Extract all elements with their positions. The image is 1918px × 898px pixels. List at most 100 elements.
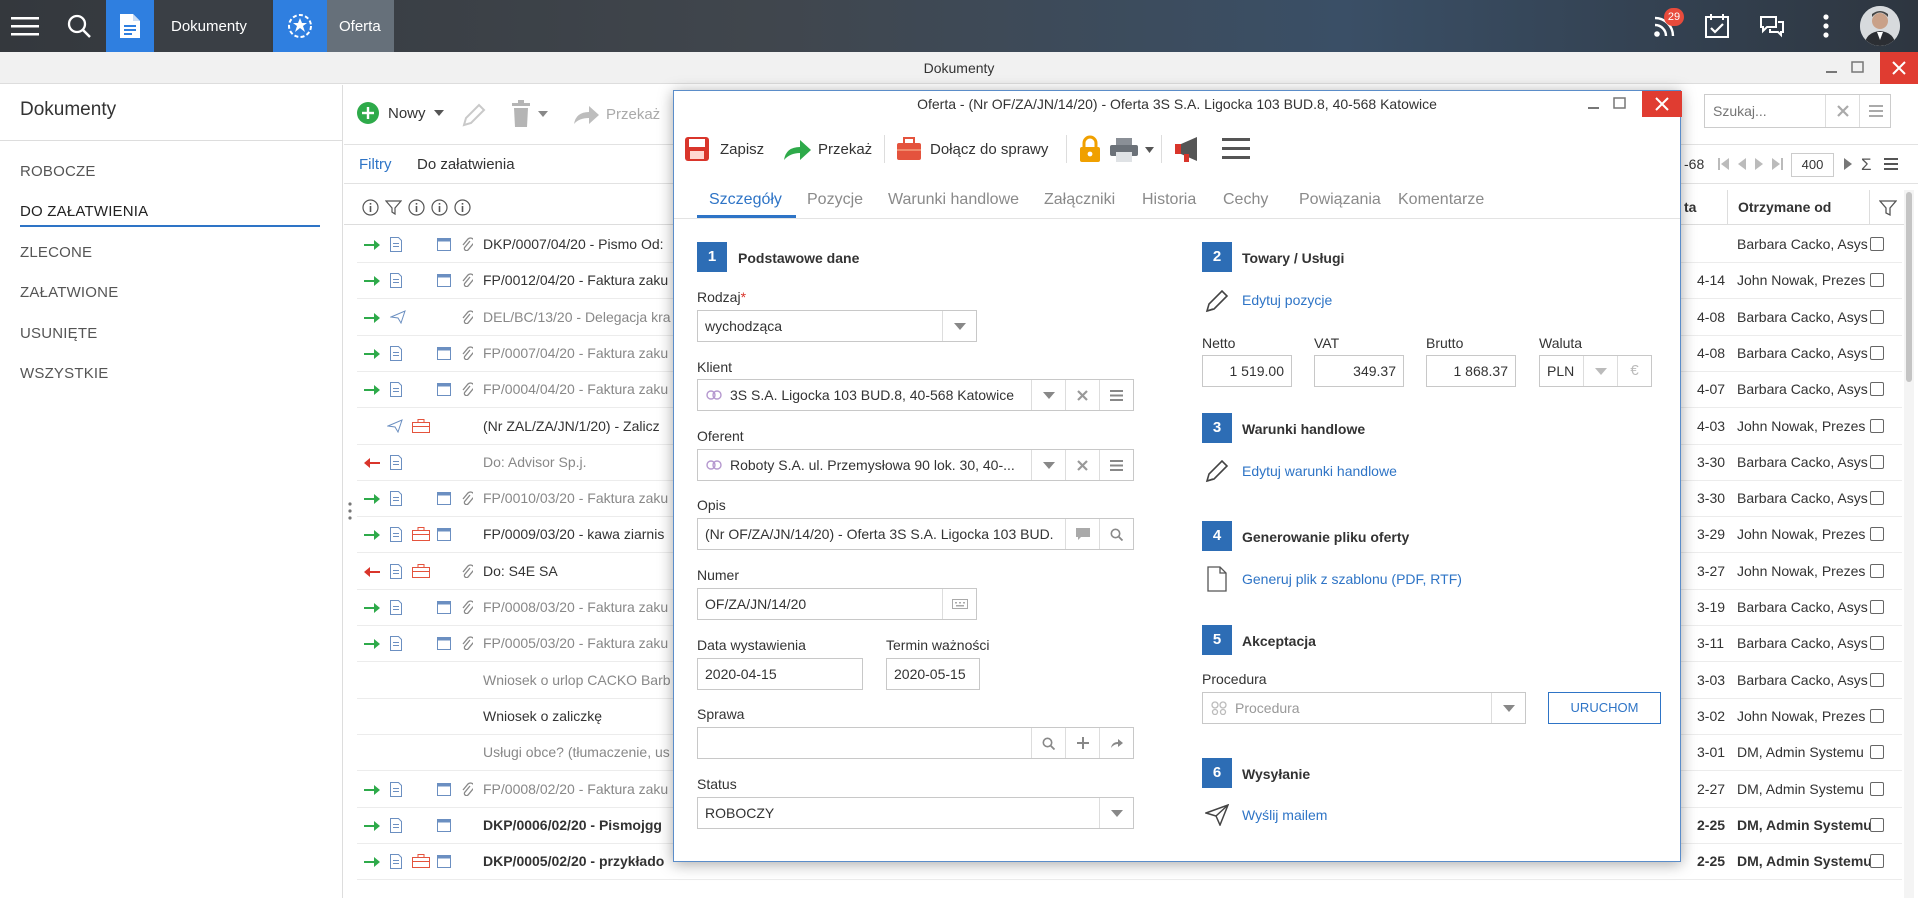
tab-szczegoly[interactable]: Szczegóły	[709, 191, 782, 209]
print-button[interactable]	[1109, 137, 1154, 163]
last-page-icon[interactable]	[1771, 158, 1783, 170]
sum-icon[interactable]: Σ	[1861, 156, 1872, 173]
tab-komentarze[interactable]: Komentarze	[1398, 191, 1484, 209]
sidebar-item-do-zalatwienia[interactable]: DO ZAŁATWIENIA	[20, 203, 148, 220]
avatar[interactable]	[1860, 6, 1900, 46]
tab-oferta[interactable]: Oferta	[327, 0, 394, 52]
sidebar-item-robocze[interactable]: ROBOCZE	[20, 163, 96, 180]
row-checkbox[interactable]	[1870, 708, 1884, 723]
row-checkbox[interactable]	[1870, 237, 1884, 251]
search-input[interactable]	[1705, 95, 1825, 127]
oferent-field[interactable]: Roboty S.A. ul. Przemysłowa 90 lok. 30, …	[697, 449, 1134, 481]
netto-field[interactable]: 1 519.00	[1202, 355, 1292, 387]
new-button[interactable]: Nowy	[356, 101, 444, 125]
chevron-down-icon[interactable]	[942, 311, 976, 341]
resize-handle[interactable]	[347, 500, 353, 524]
list-menu-icon[interactable]	[1859, 95, 1891, 127]
row-checkbox[interactable]	[1870, 527, 1884, 542]
row-checkbox[interactable]	[1870, 563, 1884, 578]
chevron-down-icon[interactable]	[1583, 356, 1617, 386]
page-size-input[interactable]: 400	[1791, 153, 1834, 177]
dialog-minimize-icon[interactable]	[1586, 95, 1602, 113]
sidebar-item-usuniete[interactable]: USUNIĘTE	[20, 325, 97, 342]
document-app-icon[interactable]	[106, 0, 154, 52]
row-checkbox[interactable]	[1870, 600, 1884, 614]
row-checkbox[interactable]	[1870, 491, 1884, 506]
more-vertical-icon[interactable]	[1806, 0, 1846, 52]
next-page-icon[interactable]	[1754, 158, 1764, 170]
minimize-icon[interactable]	[1822, 52, 1842, 84]
prev-page-icon[interactable]	[1737, 158, 1747, 170]
tab-warunki-handlowe[interactable]: Warunki handlowe	[888, 191, 1019, 209]
brutto-field[interactable]: 1 868.37	[1426, 355, 1516, 387]
comment-icon[interactable]	[1065, 519, 1099, 549]
list-icon[interactable]	[1099, 450, 1133, 480]
window-close-button[interactable]	[1880, 52, 1918, 84]
column-received-from[interactable]: Otrzymane od	[1738, 199, 1831, 215]
row-checkbox[interactable]	[1870, 345, 1884, 360]
numer-field[interactable]: OF/ZA/JN/14/20	[697, 588, 977, 620]
tab-cechy[interactable]: Cechy	[1223, 191, 1268, 209]
sprawa-field[interactable]	[697, 727, 1134, 759]
scrollbar-thumb[interactable]	[1906, 192, 1912, 382]
row-checkbox[interactable]	[1870, 454, 1884, 469]
procedure-select[interactable]: Procedura	[1202, 692, 1526, 724]
chevron-down-icon[interactable]	[1031, 380, 1065, 410]
columns-menu-icon[interactable]	[1884, 158, 1898, 170]
row-checkbox[interactable]	[1870, 636, 1884, 651]
sidebar-item-zalatwione[interactable]: ZAŁATWIONE	[20, 284, 118, 301]
send-email-link[interactable]: Wyślij mailem	[1242, 807, 1327, 823]
search-icon[interactable]	[1099, 519, 1133, 549]
row-checkbox[interactable]	[1870, 817, 1884, 832]
opis-field[interactable]: (Nr OF/ZA/JN/14/20) - Oferta 3S S.A. Lig…	[697, 518, 1134, 550]
row-checkbox[interactable]	[1870, 418, 1884, 433]
offer-app-icon[interactable]	[273, 0, 327, 52]
maximize-icon[interactable]	[1848, 52, 1868, 84]
clear-icon[interactable]	[1065, 450, 1099, 480]
forward-button[interactable]: Przekaż	[782, 131, 872, 167]
chat-icon[interactable]	[1752, 0, 1792, 52]
dialog-maximize-icon[interactable]	[1612, 95, 1628, 113]
sidebar-item-zlecone[interactable]: ZLECONE	[20, 244, 92, 261]
save-button[interactable]: Zapisz	[684, 131, 764, 167]
row-checkbox[interactable]	[1870, 672, 1884, 687]
tab-zalaczniki[interactable]: Załączniki	[1044, 191, 1115, 209]
sidebar-item-wszystkie[interactable]: WSZYSTKIE	[20, 365, 108, 382]
attach-to-case-button[interactable]: Dołącz do sprawy	[896, 131, 1048, 167]
row-checkbox[interactable]	[1870, 309, 1884, 324]
first-page-icon[interactable]	[1718, 158, 1730, 170]
row-checkbox[interactable]	[1870, 781, 1884, 796]
status-select[interactable]: ROBOCZY	[697, 797, 1134, 829]
plus-icon[interactable]	[1065, 728, 1099, 758]
edit-icon[interactable]	[460, 101, 488, 129]
forward-button[interactable]: Przekaż	[572, 102, 660, 126]
chevron-down-icon[interactable]	[1099, 798, 1133, 828]
dialog-close-button[interactable]	[1642, 91, 1682, 117]
go-page-icon[interactable]	[1843, 158, 1853, 170]
delete-button[interactable]	[510, 100, 548, 128]
row-checkbox[interactable]	[1870, 382, 1884, 397]
generate-file-link[interactable]: Generuj plik z szablonu (PDF, RTF)	[1242, 571, 1462, 587]
tab-powiazania[interactable]: Powiązania	[1299, 191, 1381, 209]
keyboard-icon[interactable]	[942, 589, 976, 619]
clear-icon[interactable]	[1825, 95, 1859, 127]
row-checkbox[interactable]	[1870, 854, 1884, 869]
search-icon[interactable]	[1031, 728, 1065, 758]
menu-icon[interactable]	[0, 0, 50, 52]
tab-historia[interactable]: Historia	[1142, 191, 1196, 209]
run-button[interactable]: URUCHOM	[1548, 692, 1661, 724]
megaphone-icon[interactable]	[1174, 135, 1204, 163]
edit-terms-link[interactable]: Edytuj warunki handlowe	[1242, 463, 1397, 479]
data-wystawienia-field[interactable]: 2020-04-15	[697, 658, 863, 690]
search-icon[interactable]	[56, 0, 102, 52]
scrollbar[interactable]	[1904, 190, 1914, 898]
vat-field[interactable]: 349.37	[1314, 355, 1404, 387]
arrow-right-icon[interactable]	[1099, 728, 1133, 758]
column-date[interactable]: ta	[1684, 199, 1696, 215]
column-filter-icon[interactable]	[1879, 199, 1897, 217]
clear-icon[interactable]	[1065, 380, 1099, 410]
waluta-select[interactable]: PLN €	[1539, 355, 1652, 387]
list-icon[interactable]	[1099, 380, 1133, 410]
termin-waznosci-field[interactable]: 2020-05-15	[886, 658, 980, 690]
edit-items-link[interactable]: Edytuj pozycje	[1242, 292, 1332, 308]
